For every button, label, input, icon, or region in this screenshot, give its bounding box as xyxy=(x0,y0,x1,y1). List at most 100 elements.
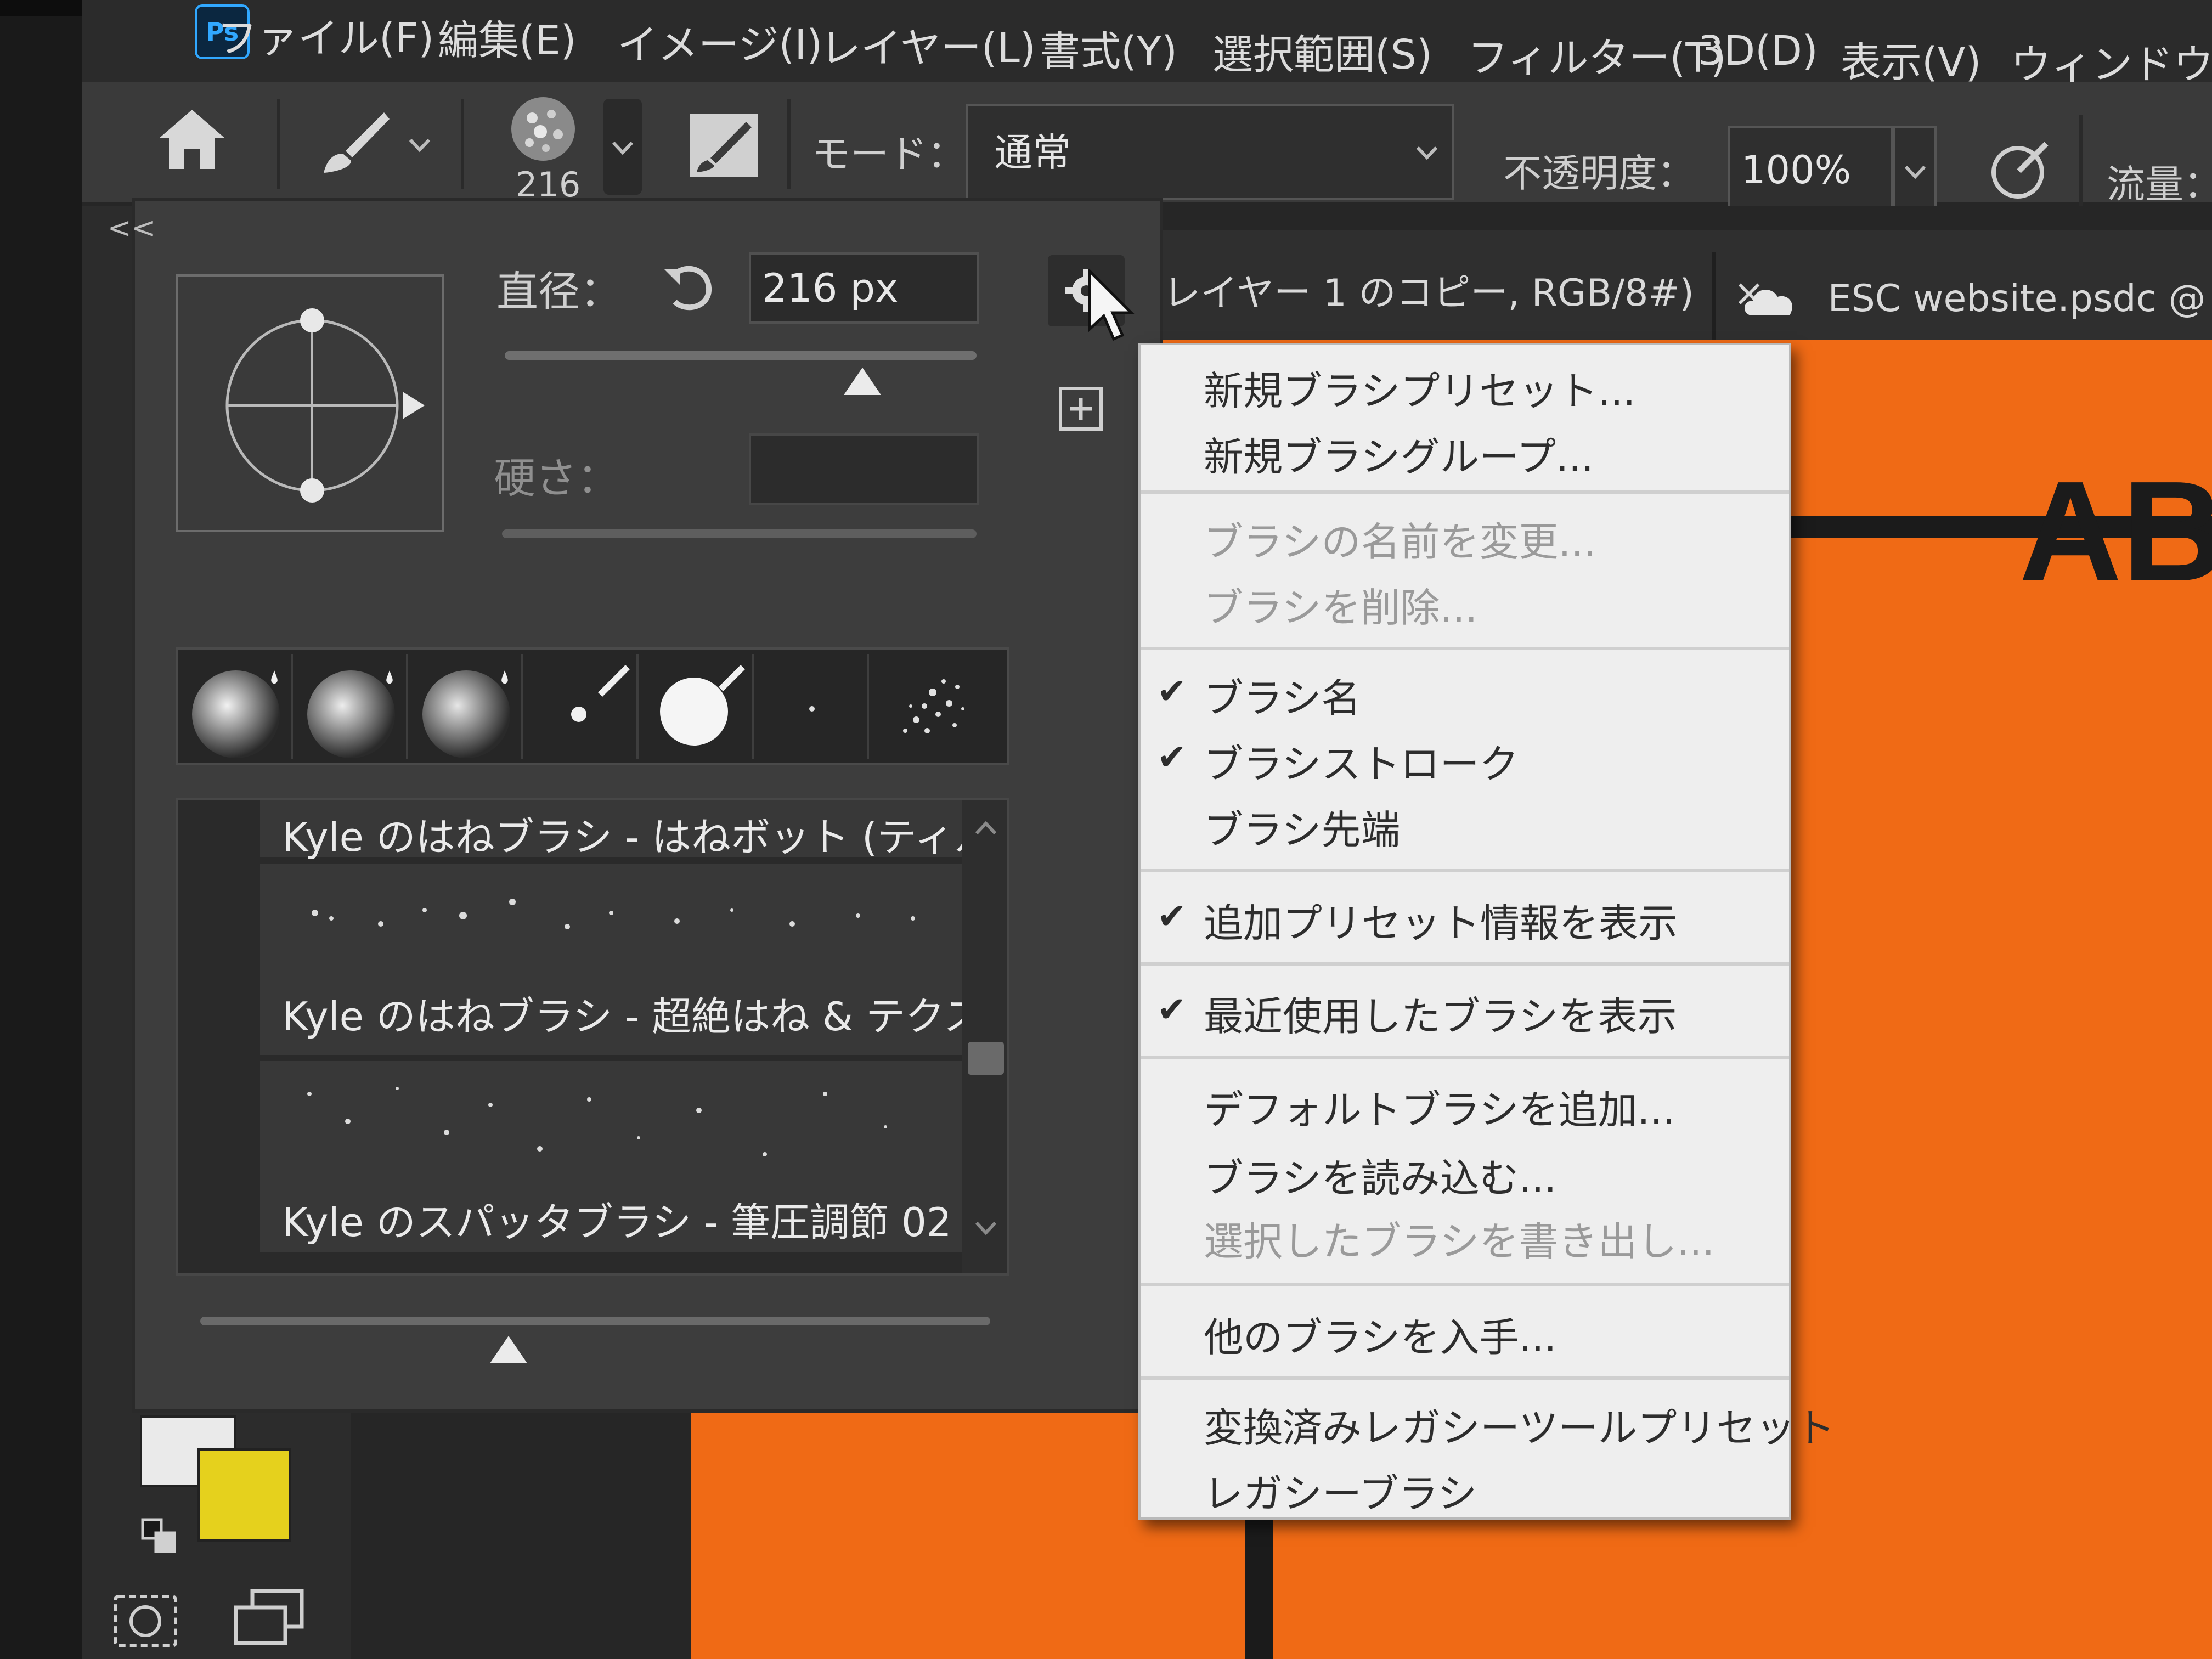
soft-round-brush-icon xyxy=(192,670,280,758)
menu-show-recent-brushes[interactable]: 最近使用したブラシを表示 xyxy=(1204,984,1677,1042)
check-icon: ✔ xyxy=(1157,672,1187,712)
menu-bar: Ps ファイル(F) 編集(E) イメージ(I) レイヤー(L) 書式(Y) 選… xyxy=(82,0,2212,88)
menu-select[interactable]: 選択範囲(S) xyxy=(1212,22,1432,81)
separator xyxy=(461,99,464,189)
check-icon: ✔ xyxy=(1157,896,1187,937)
menu-brush-tip[interactable]: ブラシ先端 xyxy=(1204,798,1401,855)
hardness-input[interactable] xyxy=(749,433,979,505)
recent-brush-hard-large[interactable] xyxy=(642,654,754,759)
list-item[interactable]: Kyle のはねブラシ - はねボット (ティルト xyxy=(260,800,1007,861)
default-colors-icon[interactable] xyxy=(137,1514,181,1558)
options-bar: 216 モード： 通常 不透明度： 100% 流量： 30 xyxy=(82,82,2212,214)
home-icon[interactable] xyxy=(154,104,230,176)
reset-icon[interactable] xyxy=(658,258,719,318)
menu-filter[interactable]: フィルター(T) xyxy=(1468,25,1726,84)
tab-esc-website[interactable]: ESC website.psdc @ 97 xyxy=(1739,258,2212,340)
chevron-down-icon[interactable] xyxy=(406,134,433,156)
scrollbar-thumb[interactable] xyxy=(968,1042,1004,1075)
hardness-slider-track[interactable] xyxy=(502,529,977,538)
brush-panel-context-menu: 新規ブラシプリセット... 新規ブラシグループ... ブラシの名前を変更... … xyxy=(1138,343,1835,1520)
menu-get-more-brushes[interactable]: 他のブラシを入手... xyxy=(1204,1305,1556,1363)
menu-append-default-brushes[interactable]: デフォルトブラシを追加... xyxy=(1204,1077,1675,1135)
menu-brush-stroke[interactable]: ブラシストローク xyxy=(1204,732,1519,789)
diameter-label: 直径： xyxy=(496,267,622,316)
dot-brush-icon xyxy=(809,706,815,712)
recent-brush-spatter[interactable] xyxy=(872,654,984,759)
scrollbar[interactable] xyxy=(962,800,1007,1273)
chevron-up-icon[interactable] xyxy=(972,817,1000,839)
brush-angle-preview[interactable] xyxy=(176,274,444,532)
menu-layer[interactable]: レイヤー(L) xyxy=(820,15,1036,74)
recent-brush-small-hard[interactable] xyxy=(527,654,639,759)
menu-rename-brush[interactable]: ブラシの名前を変更... xyxy=(1204,510,1596,567)
collapse-icon[interactable]: << xyxy=(108,212,155,245)
recent-brush-soft-3[interactable] xyxy=(411,654,523,759)
menu-separator xyxy=(1141,1376,1789,1380)
flow-label: 流量： xyxy=(2107,162,2212,207)
preview-size-slider-thumb[interactable] xyxy=(490,1336,527,1363)
menu-window[interactable]: ウィンドウ(W) xyxy=(2011,32,2212,91)
quick-mask-icon[interactable] xyxy=(110,1591,181,1651)
chevron-down-icon xyxy=(1416,146,1438,160)
list-item[interactable]: Kyle のスパッタブラシ - 筆圧調節 02 xyxy=(260,1061,962,1256)
menu-brush-name[interactable]: ブラシ名 xyxy=(1204,666,1361,724)
recent-brush-dot[interactable] xyxy=(757,654,869,759)
menu-separator xyxy=(1141,647,1789,650)
menu-import-brushes[interactable]: ブラシを読み込む... xyxy=(1204,1146,1556,1204)
menu-separator xyxy=(1141,1283,1789,1286)
brush-stroke-preview xyxy=(312,899,915,929)
hardness-label: 硬さ： xyxy=(494,454,619,503)
menu-file[interactable]: ファイル(F) xyxy=(217,5,434,64)
mouse-cursor-icon xyxy=(1088,269,1135,341)
brush-stroke-preview xyxy=(307,1087,887,1156)
soft-round-brush-icon xyxy=(422,670,510,758)
mode-dropdown[interactable]: 通常 xyxy=(966,104,1454,200)
menu-separator xyxy=(1141,962,1789,966)
brush-preset-dropdown[interactable] xyxy=(603,99,642,195)
brush-list: Kyle のはねブラシ - はねボット (ティルト Kyle のはねブラシ - … xyxy=(176,798,1009,1276)
diameter-input[interactable]: 216 px xyxy=(749,252,979,324)
soft-round-brush-icon xyxy=(307,670,395,758)
opacity-dropdown[interactable] xyxy=(1893,126,1937,214)
tab-layer-copy[interactable]: レイヤー 1 のコピー, RGB/8#) × xyxy=(1163,252,1765,335)
menu-converted-legacy-tool-presets[interactable]: 変換済みレガシーツールプリセット xyxy=(1204,1396,1835,1453)
menu-type[interactable]: 書式(Y) xyxy=(1040,19,1177,77)
menu-image[interactable]: イメージ(I) xyxy=(617,12,822,71)
menu-new-brush-group[interactable]: 新規ブラシグループ... xyxy=(1204,425,1594,482)
background-color-swatch[interactable] xyxy=(198,1448,291,1542)
screen-mode-icon[interactable] xyxy=(230,1585,307,1651)
menu-view[interactable]: 表示(V) xyxy=(1841,30,1981,88)
diameter-slider-thumb[interactable] xyxy=(844,368,881,395)
pressure-opacity-icon[interactable] xyxy=(1986,137,2057,203)
menu-new-brush-preset[interactable]: 新規ブラシプリセット... xyxy=(1204,359,1635,416)
tab-label: レイヤー 1 のコピー, RGB/8#) xyxy=(1163,272,1694,315)
chevron-down-icon[interactable] xyxy=(972,1217,1000,1239)
brush-name: Kyle のはねブラシ - はねボット (ティルト xyxy=(282,814,1009,860)
mode-label: モード： xyxy=(812,132,966,177)
menu-show-extra-preset-info[interactable]: 追加プリセット情報を表示 xyxy=(1204,891,1678,949)
recent-brushes-strip xyxy=(176,647,1009,765)
tab-divider xyxy=(1712,252,1716,340)
new-brush-icon[interactable] xyxy=(1056,384,1105,433)
recent-brush-soft-2[interactable] xyxy=(296,654,408,759)
brush-settings-icon[interactable] xyxy=(686,110,763,181)
brush-name: Kyle のはねブラシ - 超絶はね & テクス xyxy=(282,994,983,1040)
spatter-brush-icon xyxy=(903,679,964,733)
check-icon: ✔ xyxy=(1157,737,1187,778)
brush-tool-icon[interactable] xyxy=(313,107,395,178)
menu-edit[interactable]: 編集(E) xyxy=(438,8,577,66)
hard-round-brush-icon xyxy=(571,665,630,722)
opacity-input[interactable]: 100% xyxy=(1728,126,1893,214)
recent-brush-soft-1[interactable] xyxy=(181,654,293,759)
preview-size-slider-track[interactable] xyxy=(200,1317,990,1325)
menu-delete-brush[interactable]: ブラシを削除... xyxy=(1204,575,1477,633)
menu-legacy-brushes[interactable]: レガシーブラシ xyxy=(1204,1462,1477,1519)
separator xyxy=(277,99,280,189)
cloud-icon xyxy=(1745,290,1792,316)
separator xyxy=(2079,115,2083,206)
diameter-slider-track[interactable] xyxy=(505,351,977,360)
brush-preset-picker[interactable] xyxy=(507,93,579,165)
list-item[interactable]: Kyle のはねブラシ - 超絶はね & テクス xyxy=(260,864,983,1058)
menu-3d[interactable]: 3D(D) xyxy=(1698,27,1818,75)
menu-export-selected-brushes[interactable]: 選択したブラシを書き出し... xyxy=(1204,1209,1714,1267)
